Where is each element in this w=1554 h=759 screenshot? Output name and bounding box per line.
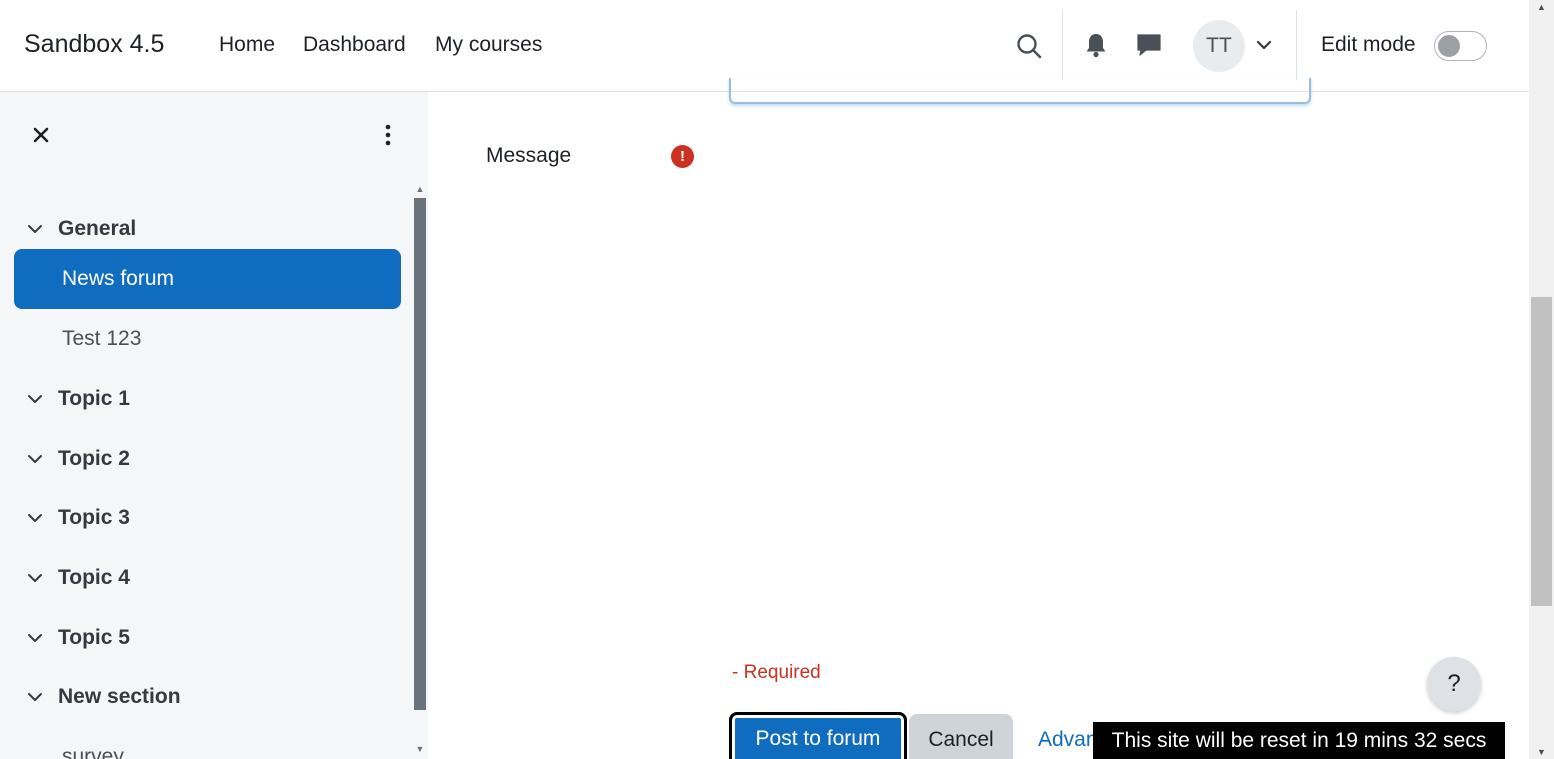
chat-icon[interactable] <box>1133 28 1165 62</box>
cancel-button[interactable]: Cancel <box>909 714 1013 759</box>
course-index-list: General News forum Test 123 Topic 1 Topic 2 T… <box>0 189 412 759</box>
chevron-down-icon[interactable] <box>24 448 46 470</box>
user-avatar[interactable]: TT <box>1193 20 1245 72</box>
chevron-down-icon[interactable] <box>1255 36 1273 54</box>
course-section-item[interactable]: Topic 4 <box>24 558 130 598</box>
activity-item[interactable]: survey <box>14 727 401 759</box>
nav-home-link[interactable]: Home <box>219 33 275 57</box>
course-index-drawer: General News forum Test 123 Topic 1 Topic 2 T… <box>0 92 428 759</box>
section-label: General <box>58 217 137 240</box>
scroll-up-arrow[interactable]: ▲ <box>414 184 426 194</box>
activity-item[interactable]: Test 123 <box>14 309 401 369</box>
section-label: Topic 1 <box>58 387 130 410</box>
activity-item-active[interactable]: News forum <box>14 249 401 309</box>
post-to-forum-button[interactable]: Post to forum <box>729 712 907 759</box>
navbar-divider <box>1062 10 1063 80</box>
drawer-scrollbar-thumb[interactable] <box>414 198 426 710</box>
course-section-item[interactable]: Topic 1 <box>24 379 130 419</box>
section-label: Topic 5 <box>58 626 130 649</box>
bell-icon[interactable] <box>1080 28 1112 62</box>
page-scrollbar-thumb[interactable] <box>1531 297 1552 606</box>
scroll-down-arrow[interactable]: ▼ <box>414 744 426 754</box>
nav-my-courses-link[interactable]: My courses <box>435 33 542 57</box>
required-icon: ! <box>671 145 694 168</box>
required-note: - Required <box>732 662 821 683</box>
chevron-down-icon[interactable] <box>24 686 46 708</box>
search-icon[interactable] <box>1012 29 1046 63</box>
section-label: Topic 3 <box>58 506 130 529</box>
chevron-down-icon[interactable] <box>24 218 46 240</box>
edit-mode-toggle[interactable] <box>1434 31 1487 61</box>
chevron-down-icon[interactable] <box>24 567 46 589</box>
chevron-down-icon[interactable] <box>24 388 46 410</box>
site-brand[interactable]: Sandbox 4.5 <box>24 30 164 59</box>
page-scroll-up-arrow[interactable]: ▲ <box>1529 0 1554 14</box>
chevron-down-icon[interactable] <box>24 507 46 529</box>
help-button[interactable]: ? <box>1427 657 1481 711</box>
edit-mode-label: Edit mode <box>1321 33 1416 56</box>
chevron-down-icon[interactable] <box>24 627 46 649</box>
toggle-knob <box>1438 35 1460 57</box>
close-icon[interactable] <box>28 122 54 148</box>
message-label: Message <box>486 144 572 167</box>
section-label: Topic 4 <box>58 566 130 589</box>
nav-dashboard-link[interactable]: Dashboard <box>303 33 406 57</box>
more-options-icon[interactable] <box>376 122 400 148</box>
section-label: New section <box>58 685 181 708</box>
section-label: Topic 2 <box>58 447 130 470</box>
course-section-item[interactable]: New section <box>24 677 181 717</box>
navbar-divider <box>1296 10 1297 80</box>
course-section-item[interactable]: Topic 3 <box>24 498 130 538</box>
subject-input[interactable] <box>729 78 1311 104</box>
course-section-item[interactable]: Topic 2 <box>24 439 130 479</box>
page-scroll-down-arrow[interactable]: ▼ <box>1529 745 1554 759</box>
site-reset-banner: This site will be reset in 19 mins 32 se… <box>1093 722 1505 759</box>
course-section-item[interactable]: Topic 5 <box>24 618 130 658</box>
course-section-item[interactable]: General <box>24 209 136 249</box>
